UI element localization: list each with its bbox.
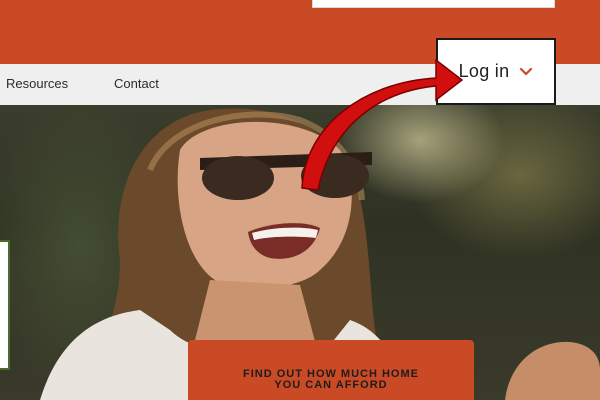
nav-item-contact[interactable]: Contact <box>114 64 159 105</box>
cta-line-2: YOU CAN AFFORD <box>274 379 388 391</box>
nav-item-resources[interactable]: Resources <box>6 64 68 105</box>
header-search-box[interactable] <box>312 0 555 8</box>
chevron-down-icon <box>520 67 533 75</box>
login-button[interactable]: Log in <box>436 38 556 105</box>
login-label: Log in <box>458 61 510 81</box>
side-card[interactable] <box>0 240 10 370</box>
affordability-cta-button[interactable]: FIND OUT HOW MUCH HOME YOU CAN AFFORD <box>188 340 474 400</box>
